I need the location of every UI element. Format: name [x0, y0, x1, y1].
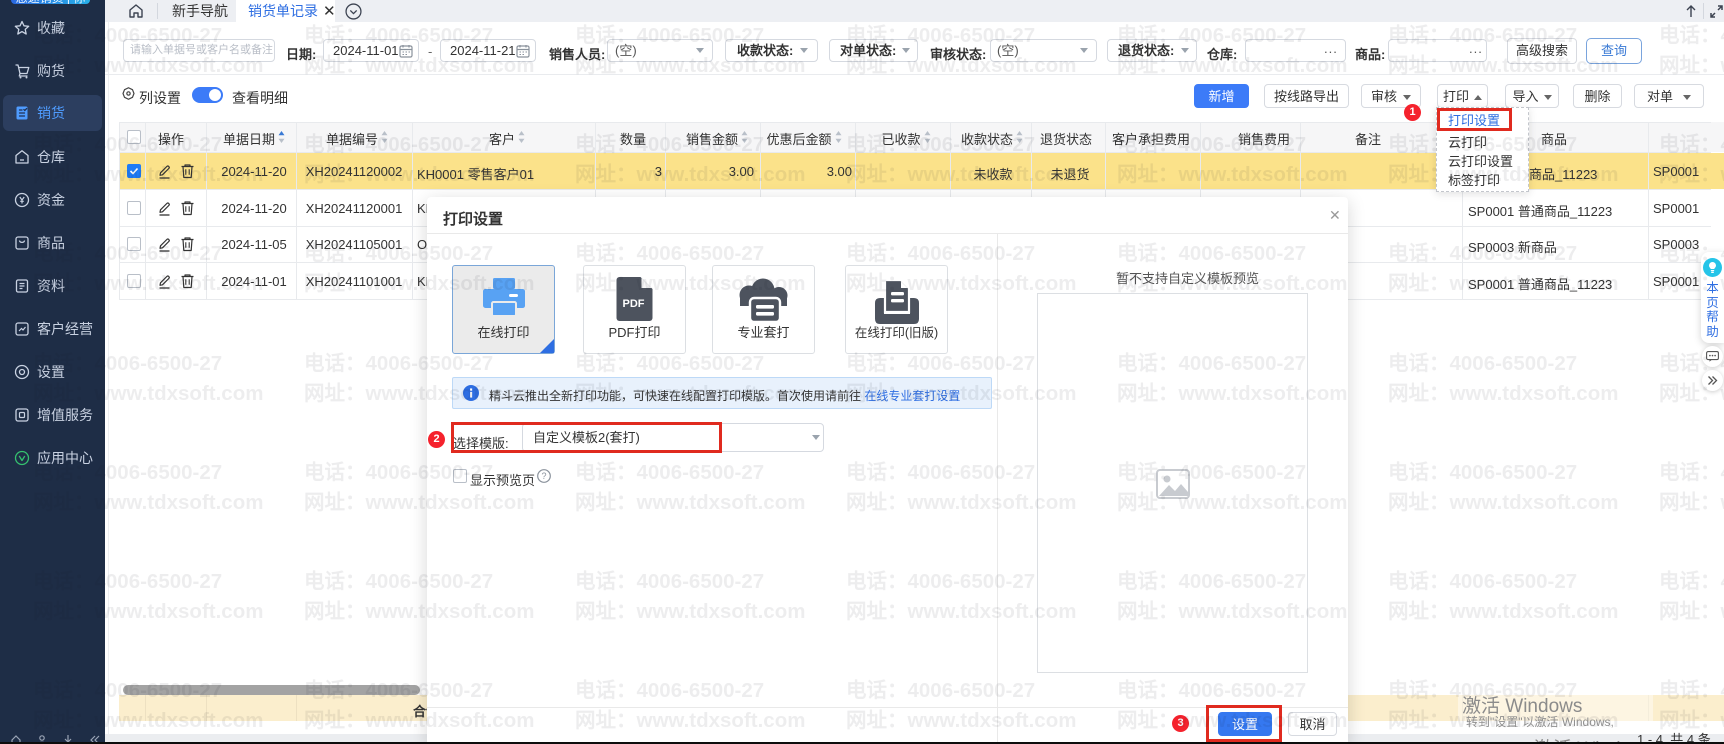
svg-text:?: ?: [541, 471, 546, 481]
svg-text:PDF: PDF: [623, 298, 645, 310]
